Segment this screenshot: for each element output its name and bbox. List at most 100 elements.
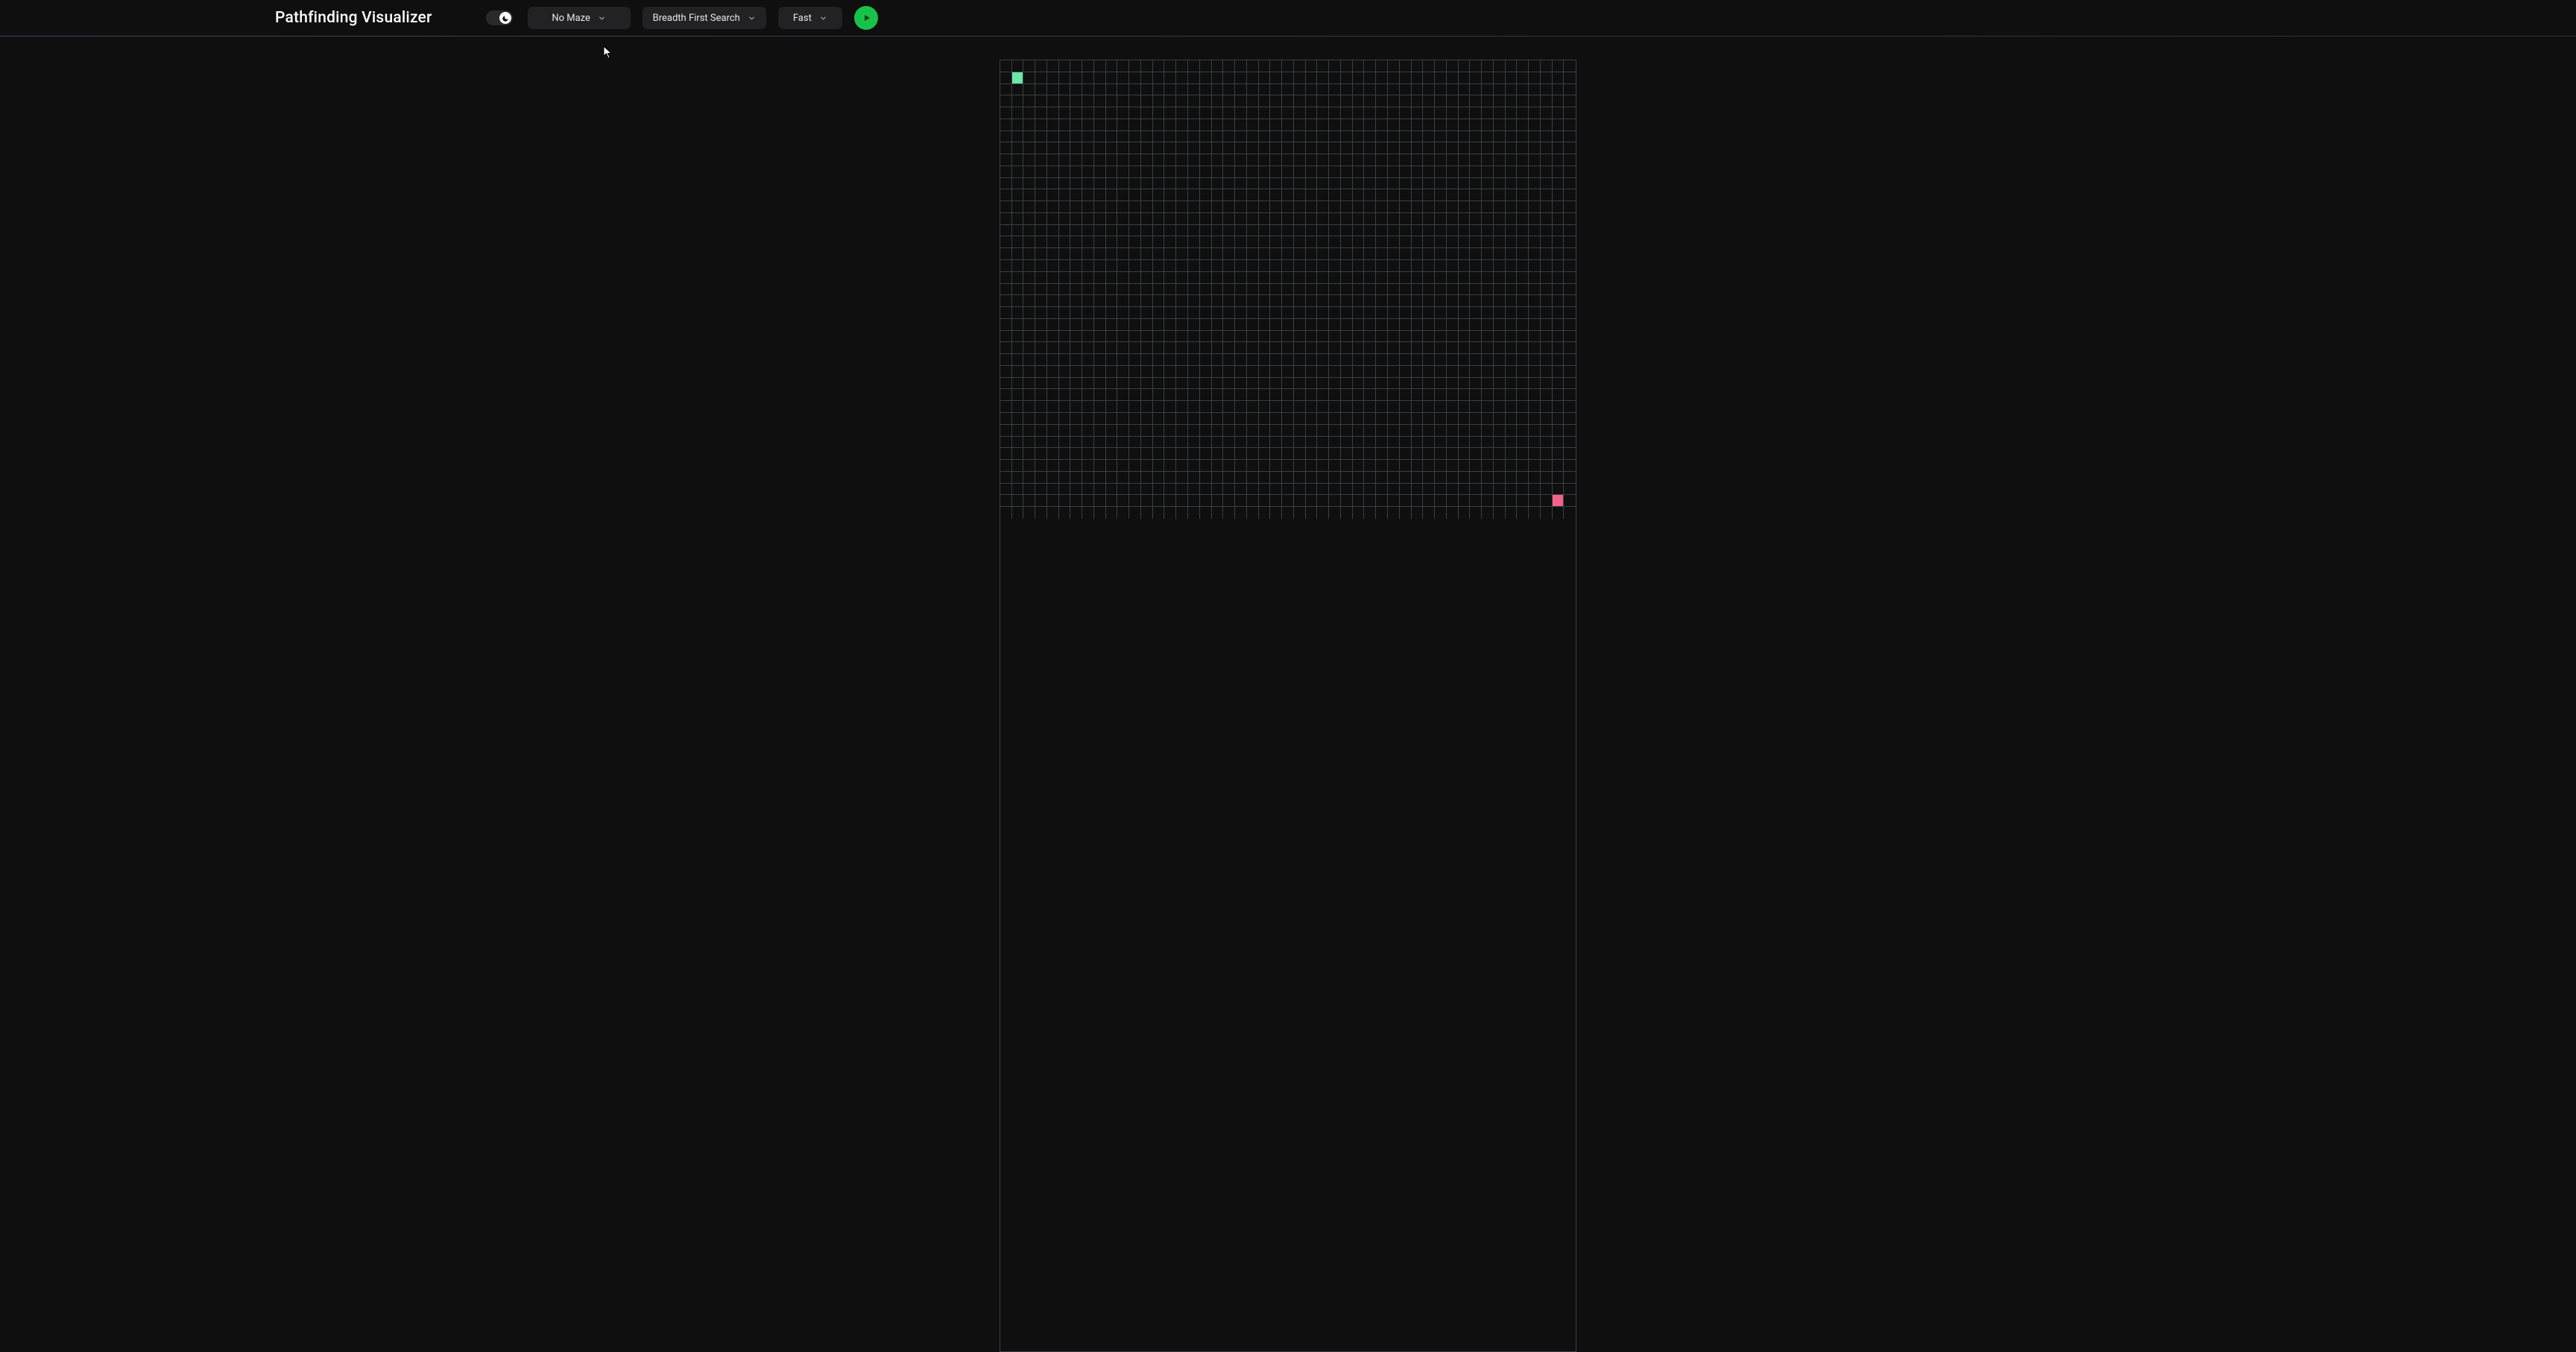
grid-cell[interactable] [1117,284,1129,296]
grid-cell[interactable] [1341,213,1353,225]
grid-cell[interactable] [1317,295,1329,307]
grid-cell[interactable] [1470,60,1482,72]
grid-cell[interactable] [1341,484,1353,496]
grid-cell[interactable] [1529,178,1541,190]
grid-cell[interactable] [1353,437,1365,449]
grid-cell[interactable] [1035,507,1047,519]
grid-cell[interactable] [1176,201,1188,213]
grid-cell[interactable] [1106,154,1118,166]
grid-cell[interactable] [1270,354,1282,366]
grid-cell[interactable] [1294,331,1306,343]
grid-cell[interactable] [1364,213,1376,225]
grid-cell[interactable] [1412,413,1424,425]
grid-cell[interactable] [1059,95,1071,107]
grid-cell[interactable] [1188,225,1200,237]
grid-cell[interactable] [1564,448,1576,460]
grid-cell[interactable] [1517,72,1529,84]
grid-cell[interactable] [1117,272,1129,284]
grid-cell[interactable] [1341,354,1353,366]
grid-cell[interactable] [1376,507,1388,519]
grid-cell[interactable] [1317,272,1329,284]
grid-cell[interactable] [1306,342,1318,354]
grid-cell[interactable] [1247,389,1259,401]
grid-cell[interactable] [1106,495,1118,507]
grid-cell[interactable] [1188,60,1200,72]
grid-cell[interactable] [1141,284,1153,296]
grid-cell[interactable] [1294,236,1306,248]
grid-cell[interactable] [1435,60,1447,72]
grid-cell[interactable] [1282,119,1294,131]
grid-cell[interactable] [1188,437,1200,449]
grid-cell[interactable] [1506,213,1518,225]
grid-cell[interactable] [1353,331,1365,343]
grid-cell[interactable] [1164,154,1176,166]
grid-cell[interactable] [1047,142,1059,154]
grid-cell[interactable] [1035,401,1047,413]
grid-cell[interactable] [1200,201,1212,213]
grid-cell[interactable] [1259,236,1271,248]
grid-cell[interactable] [1270,119,1282,131]
grid-cell[interactable] [1447,248,1459,260]
grid-cell[interactable] [1482,60,1494,72]
grid-cell[interactable] [1164,225,1176,237]
grid-cell[interactable] [1282,472,1294,484]
grid-cell[interactable] [1212,307,1224,319]
grid-cell[interactable] [1000,472,1012,484]
grid-cell[interactable] [1459,413,1471,425]
grid-cell[interactable] [1106,425,1118,437]
grid-cell[interactable] [1423,354,1435,366]
grid-cell[interactable] [1000,60,1012,72]
grid-cell[interactable] [1423,84,1435,96]
grid-cell[interactable] [1329,401,1341,413]
grid-cell[interactable] [1506,201,1518,213]
grid-cell[interactable] [1023,460,1035,472]
grid-cell[interactable] [1364,319,1376,331]
grid-cell[interactable] [1341,331,1353,343]
grid-cell[interactable] [1317,236,1329,248]
grid-cell[interactable] [1412,72,1424,84]
grid-cell[interactable] [1035,213,1047,225]
grid-cell[interactable] [1529,142,1541,154]
grid-cell[interactable] [1212,472,1224,484]
grid-cell[interactable] [1094,84,1106,96]
grid-cell[interactable] [1294,437,1306,449]
grid-cell[interactable] [1459,201,1471,213]
grid-cell[interactable] [1329,319,1341,331]
grid-cell[interactable] [1106,236,1118,248]
grid-cell[interactable] [1412,389,1424,401]
grid-cell[interactable] [1000,389,1012,401]
grid-cell[interactable] [1164,131,1176,143]
grid-cell[interactable] [1106,131,1118,143]
grid-cell[interactable] [1012,342,1024,354]
grid-cell[interactable] [1447,95,1459,107]
grid-cell[interactable] [1353,378,1365,390]
grid-cell[interactable] [1270,131,1282,143]
grid-cell[interactable] [1364,307,1376,319]
grid-cell[interactable] [1129,366,1141,378]
grid-cell[interactable] [1023,401,1035,413]
grid-cell[interactable] [1541,107,1553,119]
grid-cell[interactable] [1035,437,1047,449]
grid-cell[interactable] [1188,166,1200,178]
grid-cell[interactable] [1082,260,1094,272]
grid-cell[interactable] [1117,213,1129,225]
grid-cell[interactable] [1106,201,1118,213]
grid-cell[interactable] [1035,272,1047,284]
grid-cell[interactable] [1494,84,1506,96]
grid-cell[interactable] [1259,95,1271,107]
grid-cell[interactable] [1400,60,1412,72]
grid-cell[interactable] [1176,413,1188,425]
grid-cell[interactable] [1141,131,1153,143]
grid-cell[interactable] [1259,331,1271,343]
grid-cell[interactable] [1400,342,1412,354]
grid-cell[interactable] [1494,178,1506,190]
grid-cell[interactable] [1247,331,1259,343]
grid-cell[interactable] [1070,425,1082,437]
grid-cell[interactable] [1223,413,1235,425]
grid-cell[interactable] [1188,425,1200,437]
grid-cell[interactable] [1364,342,1376,354]
grid-cell[interactable] [1317,342,1329,354]
grid-cell[interactable] [1153,354,1165,366]
grid-cell[interactable] [1082,295,1094,307]
grid-cell[interactable] [1506,60,1518,72]
